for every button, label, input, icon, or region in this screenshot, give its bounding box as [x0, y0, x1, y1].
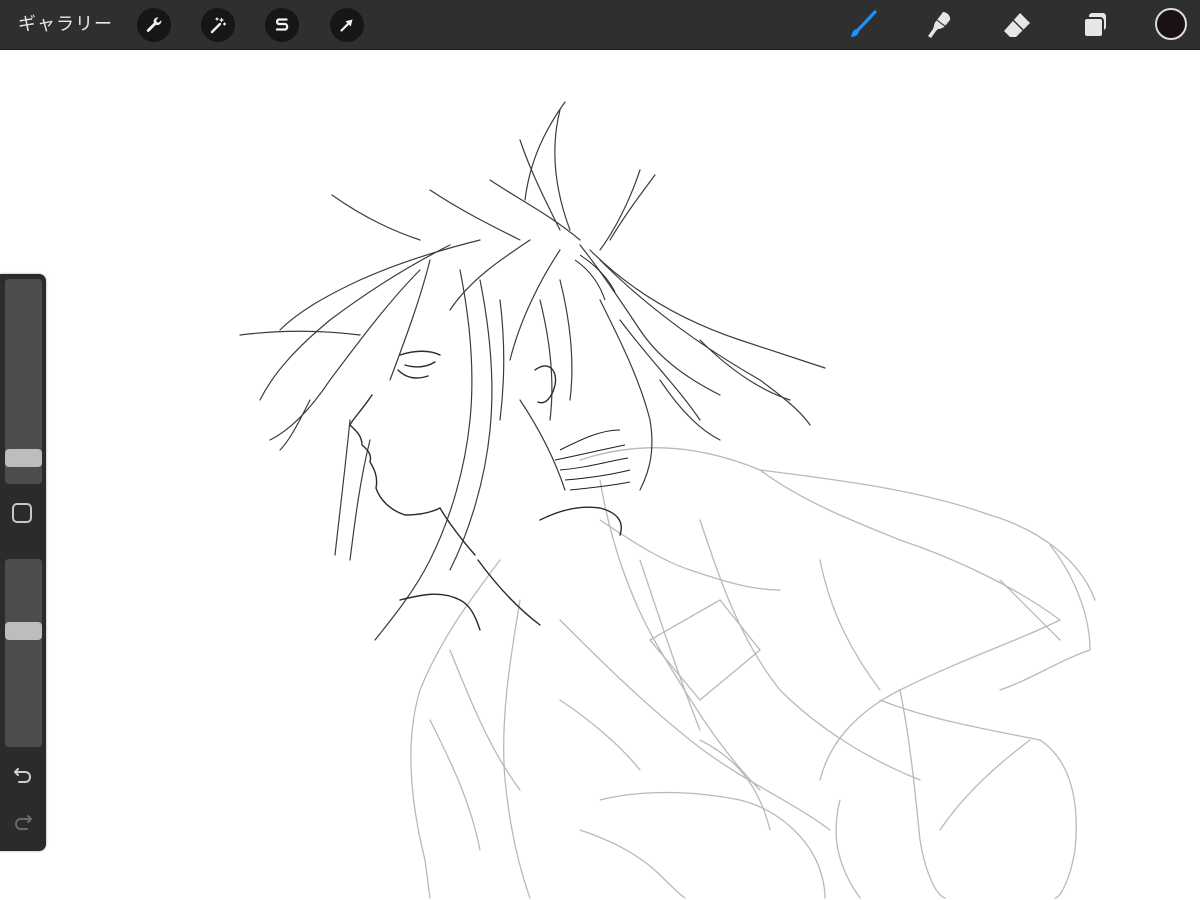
brush-size-slider[interactable] — [5, 279, 42, 484]
eraser-icon — [1004, 13, 1030, 37]
redo-icon — [14, 815, 32, 830]
top-toolbar: ギャラリー — [0, 0, 1200, 50]
brush-size-thumb[interactable] — [5, 449, 42, 468]
layers-icon — [1083, 13, 1106, 38]
layers-tool[interactable] — [1077, 7, 1113, 43]
adjustments-button[interactable] — [201, 8, 235, 42]
color-picker-button[interactable] — [1155, 8, 1187, 40]
sketch-artwork — [239, 101, 1096, 899]
face-sketch — [349, 350, 622, 631]
actions-button[interactable] — [137, 8, 171, 42]
smudge-tool[interactable] — [921, 7, 957, 43]
selection-button[interactable] — [265, 8, 299, 42]
drawing-canvas[interactable] — [0, 50, 1200, 900]
hair-shading — [554, 254, 631, 491]
opacity-thumb[interactable] — [5, 621, 42, 640]
magic-wand-icon — [210, 17, 227, 34]
brush-icon — [851, 10, 877, 37]
gallery-button[interactable]: ギャラリー — [18, 13, 113, 37]
undo-icon — [14, 768, 32, 783]
redo-button[interactable] — [10, 809, 36, 835]
undo-button[interactable] — [10, 762, 36, 788]
brush-tool[interactable] — [844, 7, 880, 43]
hair-sketch — [239, 101, 826, 641]
left-sidebar — [0, 274, 46, 851]
opacity-slider[interactable] — [5, 559, 42, 747]
transform-arrow-icon — [340, 19, 353, 32]
modify-button[interactable] — [12, 503, 32, 523]
eraser-tool[interactable] — [999, 7, 1035, 43]
smudge-icon — [928, 12, 951, 38]
wrench-icon — [146, 17, 162, 32]
rough-body-sketch — [410, 447, 1096, 899]
transform-button[interactable] — [330, 8, 364, 42]
selection-s-icon — [275, 18, 289, 31]
